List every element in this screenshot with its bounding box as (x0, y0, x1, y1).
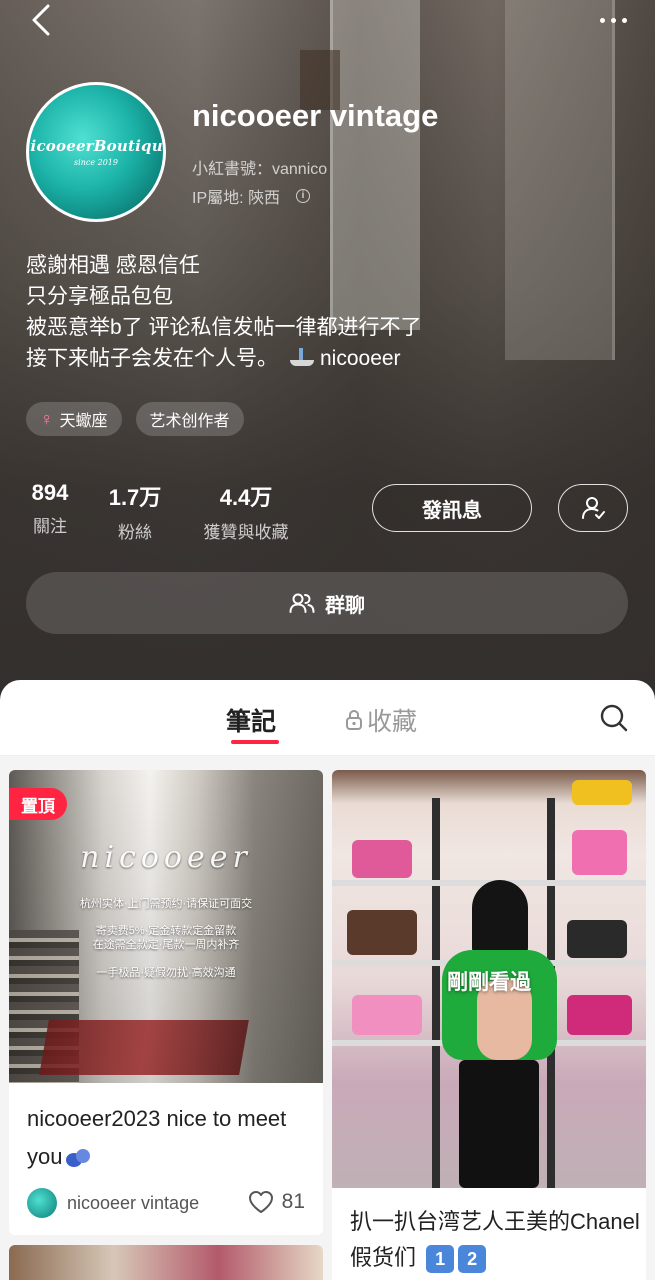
cover-script-text: nicooeer (80, 840, 252, 875)
bio-line: 被恶意举b了 评论私信发帖一律都进行不了 (26, 316, 422, 339)
followed-status-button[interactable] (558, 484, 628, 532)
more-icon (600, 17, 605, 23)
bio: 感謝相遇 感恩信任 只分享極品包包 被恶意举b了 评论私信发帖一律都进行不了 接… (26, 250, 422, 374)
tab-collections-label: 收藏 (367, 708, 418, 736)
background-door (505, 0, 615, 360)
ip-location: IP屬地: 陝西 (192, 190, 281, 207)
cover-text-line: 在途需全款定·尾款一周内补齐 (92, 939, 240, 951)
cover-person (437, 880, 557, 1188)
active-tab-indicator (231, 740, 279, 744)
ip-location-row: IP屬地: 陝西 i (192, 184, 311, 208)
like-count: 81 (281, 1190, 305, 1213)
note-author[interactable]: nicooeer vintage (27, 1188, 199, 1218)
cover-text-line: 杭州实体·上门需预约·请保证可面交 (79, 898, 253, 910)
stat-label: 獲贊與收藏 (203, 523, 289, 542)
note-card[interactable] (9, 1245, 323, 1280)
keycap-number-icon: 2 (458, 1245, 487, 1274)
bio-line: 接下来帖子会发在个人号。 (26, 347, 278, 370)
tag-zodiac: ♀ 天蠍座 (26, 402, 122, 436)
stat-following[interactable]: 894 關注 (26, 480, 74, 543)
tag-occupation: 艺术创作者 (135, 402, 244, 436)
group-chat-button[interactable]: 群聊 (26, 572, 628, 634)
user-check-icon (582, 497, 605, 519)
back-button[interactable] (22, 2, 62, 42)
stat-value: 4.4万 (219, 485, 273, 510)
avatar-logo-since: since 2019 (74, 158, 118, 167)
bio-line: 感謝相遇 感恩信任 (26, 254, 200, 277)
bio-line-with-handle: 接下来帖子会发在个人号。 nicooeer (26, 343, 422, 374)
group-chat-label: 群聊 (325, 594, 365, 617)
bio-handle: nicooeer (320, 347, 401, 370)
profile-header: nicooeerBoutique since 2019 nicooeer vin… (0, 0, 655, 700)
heart-icon (248, 1191, 273, 1213)
content-tabs: 筆記 收藏 (0, 680, 655, 756)
avatar-logo-text: nicooeerBoutique (26, 137, 166, 155)
keycap-number-icon: 1 (426, 1245, 455, 1274)
username: nicooeer vintage (192, 98, 439, 133)
tag-label: 艺术创作者 (149, 413, 230, 430)
note-title-text: 扒一扒台湾艺人王美的Chanel假货们 (350, 1209, 640, 1270)
search-icon (600, 704, 628, 732)
chevron-left-icon (32, 4, 50, 36)
pinned-badge: 置頂 (9, 788, 67, 820)
send-message-button[interactable]: 發訊息 (372, 484, 532, 532)
tab-notes[interactable]: 筆記 (226, 702, 276, 738)
bio-line: 只分享極品包包 (26, 285, 173, 308)
like-button[interactable]: 81 (248, 1190, 305, 1214)
note-title: 扒一扒台湾艺人王美的Chanel假货们 12 (350, 1204, 640, 1276)
note-cover-image (9, 1245, 323, 1280)
author-name: nicooeer vintage (67, 1192, 200, 1213)
profile-stats: 894 關注 1.7万 粉絲 4.4万 獲贊與收藏 (26, 480, 296, 543)
note-title: nicooeer2023 nice to meet you (27, 1100, 307, 1176)
note-card[interactable]: nicooeer 杭州实体·上门需预约·请保证可面交 寄卖费5%·定金转款定金留… (9, 770, 323, 1235)
blueberry-emoji-icon (64, 1147, 92, 1169)
stat-value: 1.7万 (108, 485, 162, 510)
stat-followers[interactable]: 1.7万 粉絲 (104, 480, 166, 543)
recently-viewed-label: 剛剛看過 (447, 971, 531, 994)
avatar[interactable]: nicooeerBoutique since 2019 (26, 82, 166, 222)
female-icon: ♀ (40, 408, 54, 429)
stat-likes-collections[interactable]: 4.4万 獲贊與收藏 (196, 480, 296, 543)
more-options-button[interactable] (587, 12, 627, 28)
tab-collections[interactable]: 收藏 (345, 702, 417, 738)
lock-icon (346, 709, 362, 730)
group-icon (289, 593, 315, 613)
red-id: 小紅書號：vannico (192, 161, 328, 178)
profile-tags: ♀ 天蠍座 艺术创作者 (26, 402, 244, 436)
cover-text-line: 一手极品·疑假勿扰·高效沟通 (96, 967, 236, 979)
boat-emoji-icon (288, 348, 316, 368)
author-avatar (27, 1188, 57, 1218)
stat-label: 關注 (33, 517, 67, 536)
tag-label: 天蠍座 (59, 413, 108, 430)
search-button[interactable] (598, 702, 630, 734)
info-icon[interactable]: i (296, 189, 311, 203)
note-card[interactable]: 剛剛看過 扒一扒台湾艺人王美的Chanel假货们 12 (332, 770, 646, 1280)
note-cover-image: 剛剛看過 (332, 770, 646, 1188)
stat-label: 粉絲 (118, 523, 152, 542)
stat-value: 894 (31, 480, 69, 505)
